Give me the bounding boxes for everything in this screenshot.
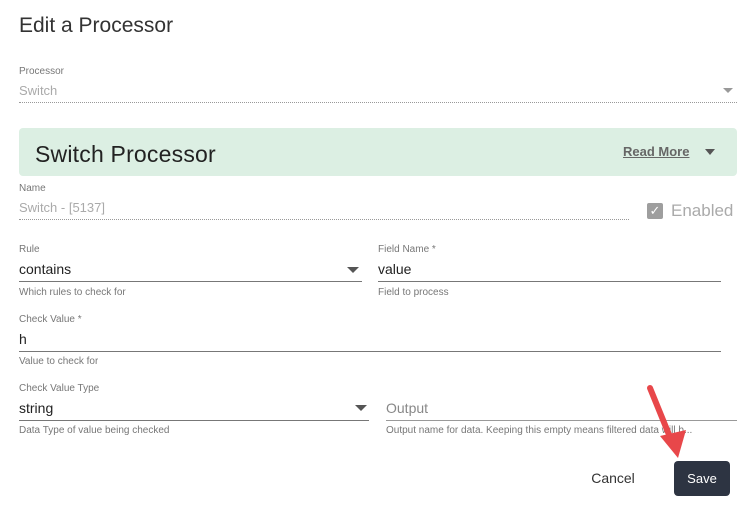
checkmark-icon: ✓ [649,203,661,218]
chevron-down-icon [347,267,359,273]
check-value-type-label: Check Value Type [19,383,100,394]
name-field[interactable]: Switch - [5137] [19,198,629,220]
check-value-label: Check Value * [19,314,82,325]
field-name-label: Field Name * [378,244,436,255]
check-value-type-helper: Data Type of value being checked [19,425,170,436]
processor-banner: Switch Processor Read More [19,128,737,176]
check-value-helper: Value to check for [19,356,99,367]
name-value: Switch - [5137] [19,200,105,215]
check-value-value: h [19,331,27,347]
chevron-down-icon [355,405,367,411]
field-name-value: value [378,261,412,277]
check-value-type-value: string [19,400,54,416]
check-value-type-select[interactable]: string [19,398,369,421]
enabled-checkbox[interactable]: ✓ [647,203,663,219]
save-button[interactable]: Save [674,461,730,496]
processor-label: Processor [19,66,65,77]
banner-title: Switch Processor [35,141,216,167]
rule-value: contains [19,261,72,277]
cancel-button[interactable]: Cancel [581,462,645,494]
processor-value: Switch [19,83,58,98]
dialog-title: Edit a Processor [19,14,174,37]
output-placeholder: Output [386,400,429,416]
rule-select[interactable]: contains [19,259,362,282]
field-name-helper: Field to process [378,287,449,298]
name-label: Name [19,183,46,194]
chevron-down-icon [723,88,733,93]
expand-chevron-icon[interactable] [705,149,715,155]
check-value-input[interactable]: h [19,329,721,352]
rule-helper: Which rules to check for [19,287,126,298]
red-arrow-icon [647,385,686,458]
field-name-input[interactable]: value [378,259,721,282]
read-more-link[interactable]: Read More [623,144,689,159]
enabled-label: Enabled [671,201,734,220]
processor-select[interactable]: Switch [19,80,737,103]
rule-label: Rule [19,244,40,255]
